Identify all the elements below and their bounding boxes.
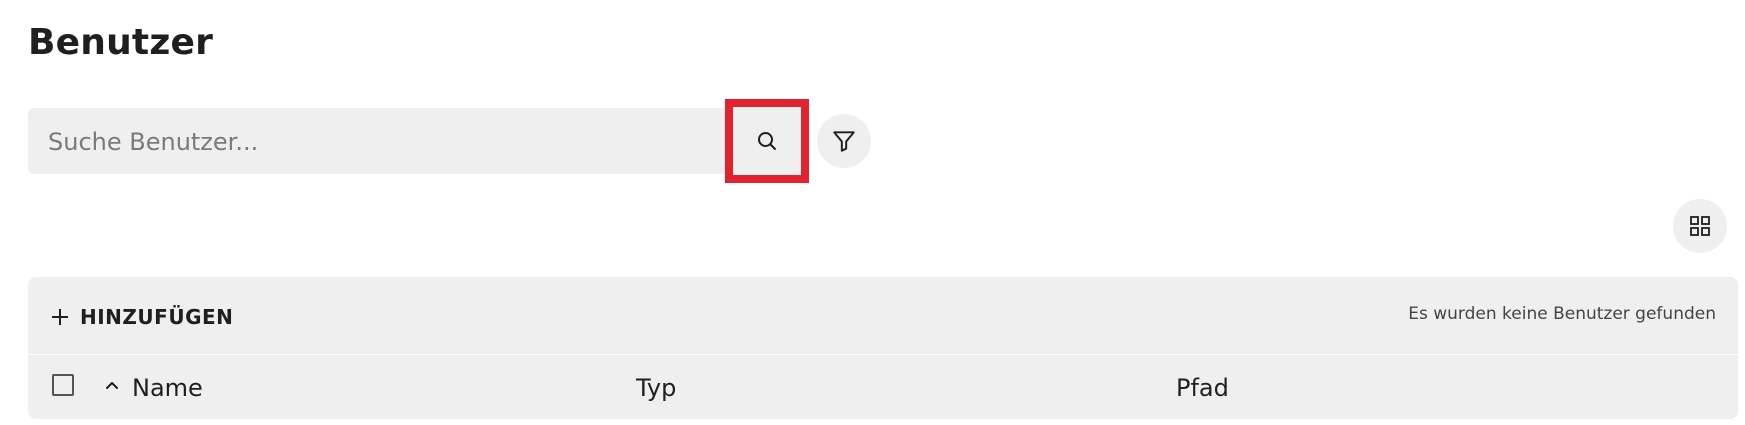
view-toggle-button[interactable] xyxy=(1673,199,1727,253)
table-header-row xyxy=(28,355,1738,419)
filter-icon xyxy=(833,131,855,152)
page-title: Benutzer xyxy=(28,22,214,63)
add-button[interactable]: HINZUFÜGEN xyxy=(50,297,233,337)
column-header-name[interactable]: Name xyxy=(132,374,203,402)
add-button-label: HINZUFÜGEN xyxy=(80,305,234,329)
column-header-type[interactable]: Typ xyxy=(636,374,676,402)
table-toolbar: HINZUFÜGEN Es wurden keine Benutzer gefu… xyxy=(28,277,1738,355)
search-icon xyxy=(758,132,776,150)
users-table: HINZUFÜGEN Es wurden keine Benutzer gefu… xyxy=(28,277,1738,419)
search-input[interactable] xyxy=(46,108,730,176)
chevron-up-icon[interactable] xyxy=(104,377,120,393)
plus-icon xyxy=(52,309,68,325)
search-button[interactable] xyxy=(725,99,809,183)
filter-button[interactable] xyxy=(817,114,871,168)
select-all-checkbox[interactable] xyxy=(52,374,74,396)
empty-state-message: Es wurden keine Benutzer gefunden xyxy=(1408,304,1716,324)
column-header-path[interactable]: Pfad xyxy=(1176,374,1229,402)
search-box xyxy=(28,108,808,176)
grid-view-icon xyxy=(1690,216,1710,236)
